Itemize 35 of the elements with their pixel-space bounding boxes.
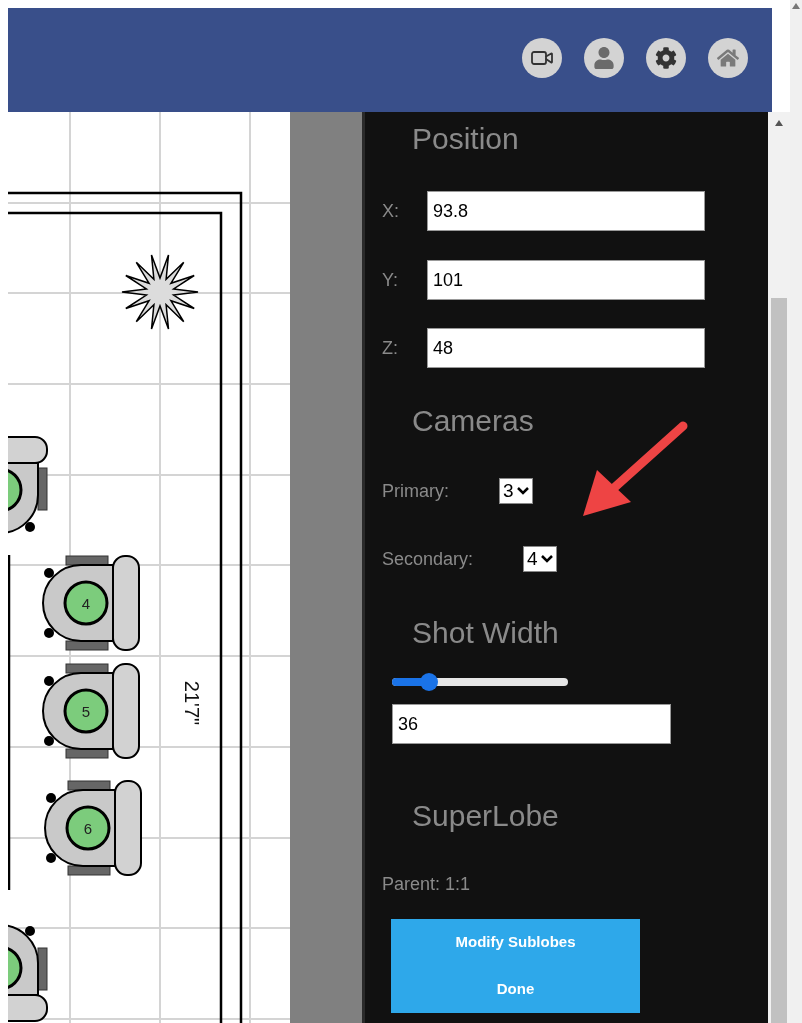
coordinate-field[interactable]: 93.8 <box>427 191 705 231</box>
field-label: Secondary: <box>382 547 474 571</box>
chevron-down-icon <box>540 555 553 563</box>
seat-number: 6 <box>83 820 93 837</box>
slider-thumb[interactable] <box>419 673 438 691</box>
camera-select[interactable]: 3 <box>499 478 533 504</box>
settings-icon <box>655 47 677 69</box>
section-heading: SuperLobe <box>412 797 559 834</box>
coordinate-field[interactable]: 48 <box>427 328 705 368</box>
seat-number: 5 <box>81 703 91 720</box>
settings-button[interactable] <box>646 38 686 78</box>
coordinate-field[interactable]: 101 <box>427 260 705 300</box>
section-heading: Shot Width <box>412 614 559 651</box>
user-icon <box>593 47 615 69</box>
field-label: Y: <box>382 268 399 292</box>
section-heading: Position <box>412 120 519 157</box>
scroll-up-icon[interactable] <box>792 3 800 9</box>
slider-track[interactable] <box>392 674 568 690</box>
parent-label: Parent: 1:1 <box>382 872 471 896</box>
camera-select[interactable]: 4 <box>523 546 557 572</box>
user-button[interactable] <box>584 38 624 78</box>
field-label: Primary: <box>382 479 449 503</box>
scrollbar-thumb[interactable] <box>771 298 787 1023</box>
home-icon <box>717 47 739 69</box>
home-button[interactable] <box>708 38 748 78</box>
field-label: Z: <box>382 336 399 360</box>
section-heading: Cameras <box>412 402 534 439</box>
dimension-label: 21'7" <box>181 680 203 726</box>
chevron-down-icon <box>516 487 529 495</box>
shot-width-field[interactable]: 36 <box>392 704 671 744</box>
panel-scrollbar[interactable] <box>768 112 790 1023</box>
seat-number: 4 <box>81 595 91 612</box>
scroll-up-icon[interactable] <box>775 120 783 126</box>
video-camera-button[interactable] <box>522 38 562 78</box>
field-label: X: <box>382 199 400 223</box>
